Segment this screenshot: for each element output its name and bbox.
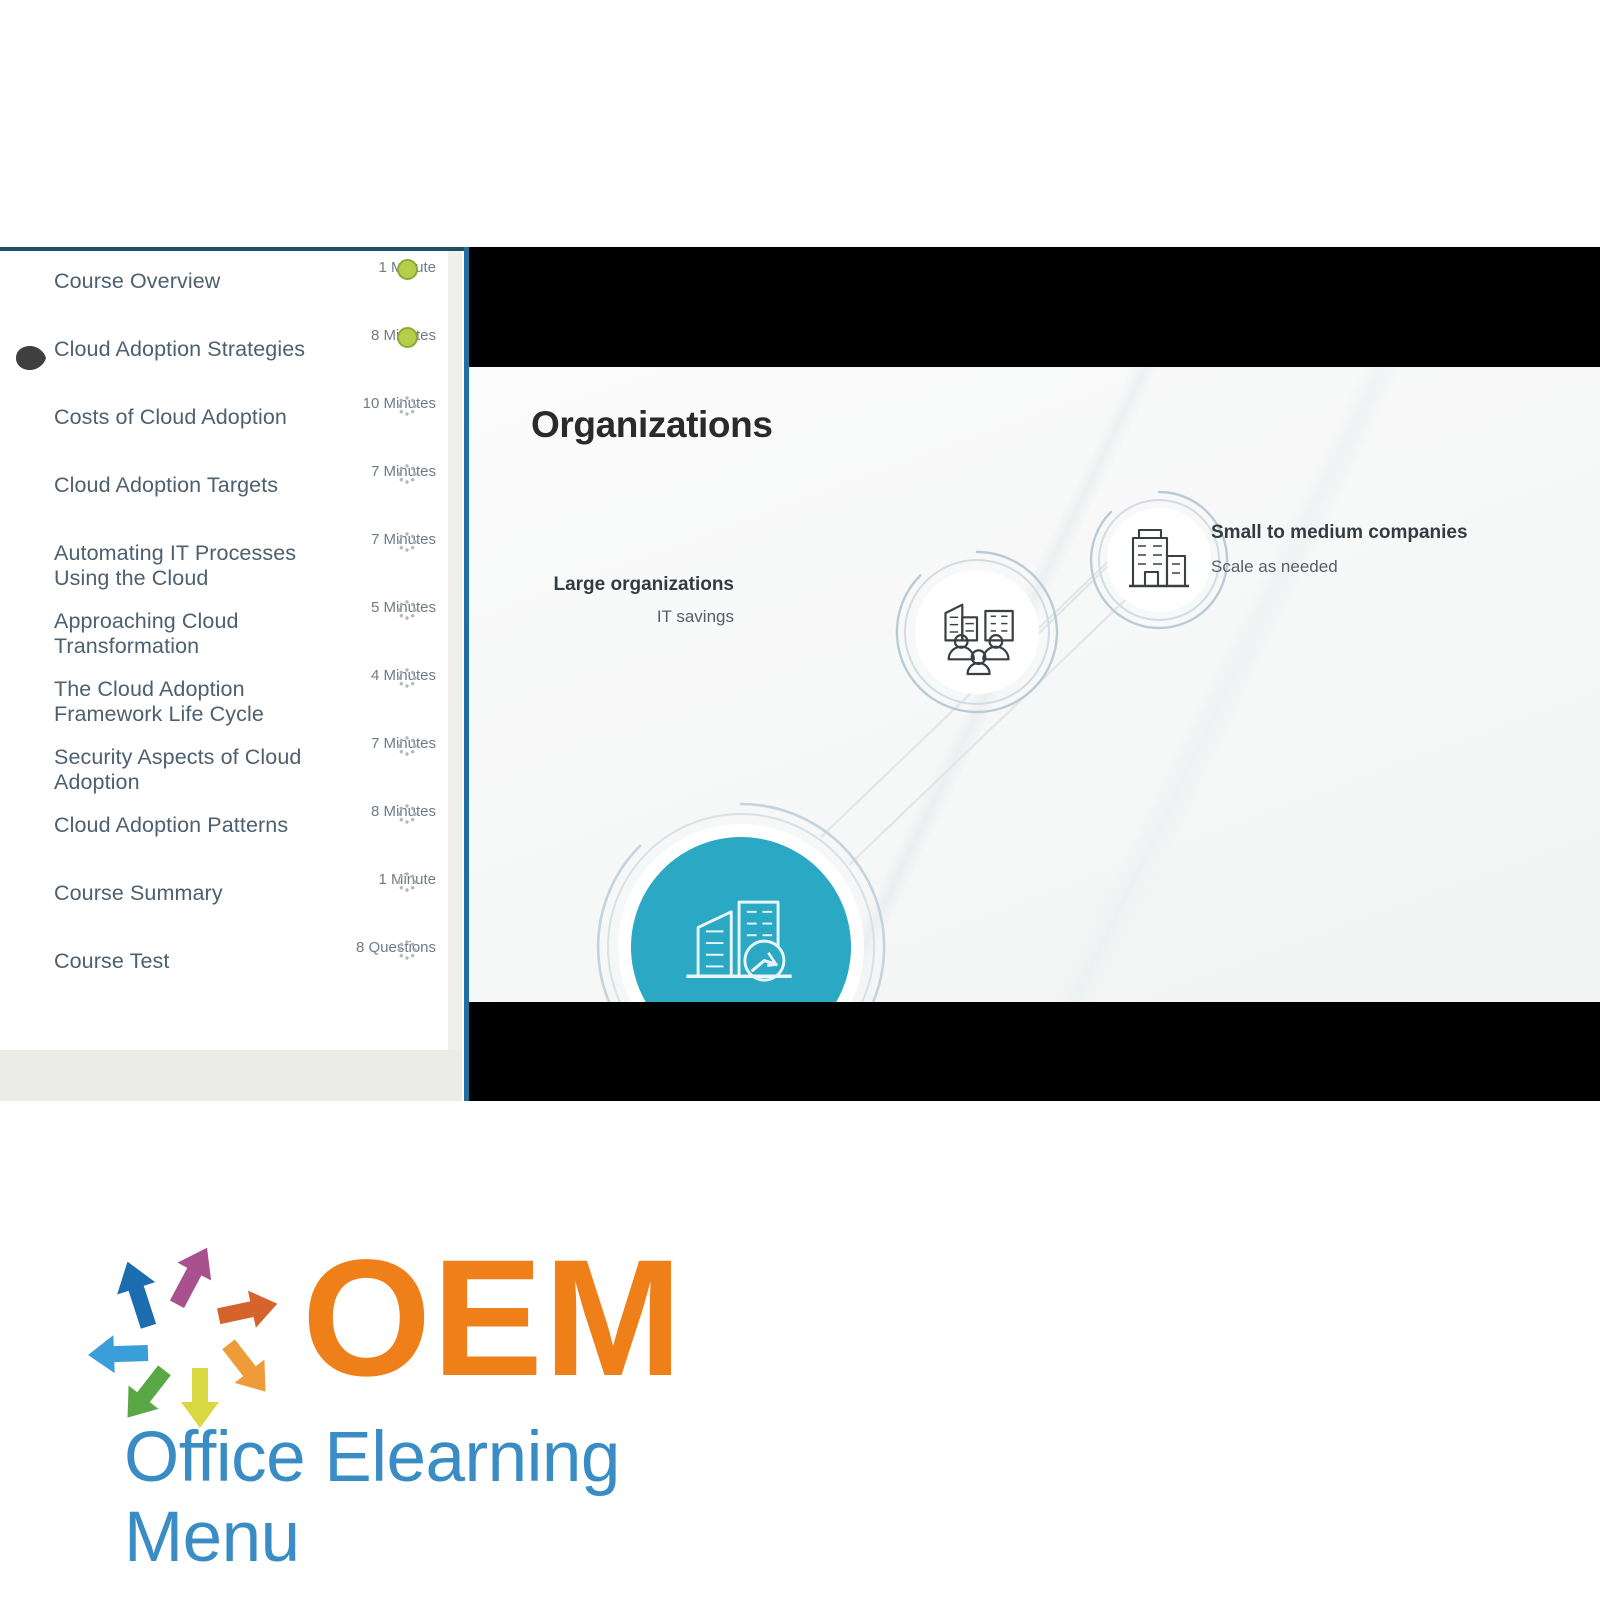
slide-canvas: Organizations Large organizations IT sav… <box>469 367 1600 1002</box>
course-player: Course Overview 1 Minute Cloud Adoption St… <box>0 247 1600 1101</box>
item-pointer-placeholder <box>14 481 48 507</box>
course-outline-sidebar[interactable]: Course Overview 1 Minute Cloud Adoption St… <box>0 251 462 1050</box>
sidebar-item-costs-of-cloud-adoption[interactable]: Costs of Cloud Adoption 10 Minutes <box>0 387 448 455</box>
pinwheel-arrows-icon <box>88 1247 278 1428</box>
status-not-started-icon <box>396 735 418 757</box>
oem-logo: OEM Office Elearning Menu <box>88 1226 728 1577</box>
node-subtitle-small-medium-companies: Scale as needed <box>1211 557 1338 576</box>
sidebar-item-label: Costs of Cloud Adoption <box>54 405 287 429</box>
item-pointer-placeholder <box>14 821 48 847</box>
node-label-small-medium-companies: Small to medium companies <box>1211 522 1468 543</box>
status-not-started-icon <box>396 531 418 553</box>
sidebar-item-label: The Cloud Adoption Framework Life Cycle <box>54 677 264 726</box>
sidebar-item-label: Cloud Adoption Strategies <box>54 337 306 361</box>
sidebar-item-label: Automating IT Processes Using the Cloud <box>54 541 297 590</box>
letterbox-top <box>469 247 1600 367</box>
sidebar-item-label: Cloud Adoption Patterns <box>54 813 289 837</box>
sidebar-item-meta: 10 Minutes <box>306 395 436 416</box>
sidebar-item-label: Approaching Cloud Transformation <box>54 609 239 658</box>
status-not-started-icon <box>396 871 418 893</box>
sidebar-item-cloud-adoption-targets[interactable]: Cloud Adoption Targets 7 Minutes <box>0 455 448 523</box>
sidebar-item-course-test[interactable]: Course Test 8 Questions <box>0 931 448 999</box>
status-not-started-icon <box>396 803 418 825</box>
item-pointer-placeholder <box>14 549 48 575</box>
item-pointer-placeholder <box>14 413 48 439</box>
sidebar-item-the-cloud-adoption-framework-life-cycle[interactable]: The Cloud Adoption Framework Life Cycle 4… <box>0 659 448 727</box>
sidebar-item-approaching-cloud-transformation[interactable]: Approaching Cloud Transformation 5 Minute… <box>0 591 448 659</box>
status-not-started-icon <box>396 667 418 689</box>
sidebar-item-label: Course Summary <box>54 881 223 905</box>
sidebar-item-label: Course Test <box>54 949 170 973</box>
status-completed-icon <box>397 327 418 348</box>
slide-diagram <box>596 490 1229 1002</box>
item-pointer-placeholder <box>14 685 48 711</box>
status-not-started-icon <box>396 599 418 621</box>
node-subtitle-large-organizations: IT savings <box>656 607 734 626</box>
sidebar-item-security-aspects-of-cloud-adoption[interactable]: Security Aspects of Cloud Adoption 7 Minu… <box>0 727 448 795</box>
item-pointer-placeholder <box>14 277 48 303</box>
sidebar-item-meta: 7 Minutes <box>306 463 436 484</box>
sidebar-item-meta: 4 Minutes <box>306 667 436 688</box>
item-pointer-placeholder <box>14 889 48 915</box>
sidebar-item-meta: 7 Minutes <box>306 735 436 756</box>
letterbox-bottom <box>469 1002 1600 1101</box>
sidebar-footer-area <box>0 1050 462 1101</box>
logo-wordmark: OEM <box>302 1226 684 1411</box>
sidebar-item-cloud-adoption-patterns[interactable]: Cloud Adoption Patterns 8 Minutes <box>0 795 448 863</box>
sidebar-item-meta: 8 Minutes <box>306 327 436 348</box>
sidebar-item-meta: 8 Minutes <box>306 803 436 824</box>
sidebar-scrollbar[interactable] <box>448 251 462 1050</box>
node-small-medium <box>1089 490 1229 630</box>
sidebar-item-meta: 1 Minute <box>306 259 436 280</box>
status-not-started-icon <box>396 395 418 417</box>
status-not-started-icon <box>396 939 418 961</box>
node-label-large-organizations: Large organizations <box>553 574 734 595</box>
sidebar-item-meta: 1 Minute <box>306 871 436 892</box>
status-completed-icon <box>397 259 418 280</box>
sidebar-item-meta: 5 Minutes <box>306 599 436 620</box>
sidebar-item-label: Course Overview <box>54 269 221 293</box>
video-stage[interactable]: Organizations Large organizations IT sav… <box>469 247 1600 1101</box>
item-pointer-placeholder <box>14 617 48 643</box>
sidebar-item-course-summary[interactable]: Course Summary 1 Minute <box>0 863 448 931</box>
sidebar-item-automating-it-processes-using-the-cloud[interactable]: Automating IT Processes Using the Cloud 7… <box>0 523 448 591</box>
sidebar-item-label: Security Aspects of Cloud Adoption <box>54 745 302 794</box>
current-item-pointer-icon <box>14 345 48 371</box>
status-not-started-icon <box>396 463 418 485</box>
sidebar-item-cloud-adoption-strategies[interactable]: Cloud Adoption Strategies8 Minutes <box>0 319 448 387</box>
item-pointer-placeholder <box>14 753 48 779</box>
sidebar-item-meta: 7 Minutes <box>306 531 436 552</box>
item-pointer-placeholder <box>14 957 48 983</box>
course-outline-list: Course Overview 1 Minute Cloud Adoption St… <box>0 251 448 999</box>
sidebar-item-course-overview[interactable]: Course Overview 1 Minute <box>0 251 448 319</box>
sidebar-item-label: Cloud Adoption Targets <box>54 473 279 497</box>
logo-tagline: Office Elearning Menu <box>124 1418 620 1577</box>
sidebar-item-meta: 8 Questions <box>306 939 436 960</box>
